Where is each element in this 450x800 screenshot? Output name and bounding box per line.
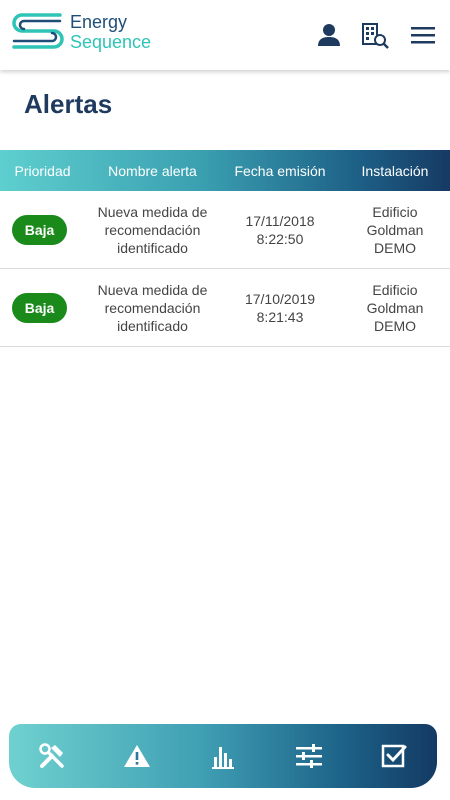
- table-row[interactable]: Baja Nueva medida de recomendación ident…: [0, 191, 450, 269]
- bottom-nav: [9, 724, 437, 788]
- alert-name-cell: Nueva medida de recomendación identifica…: [85, 281, 220, 335]
- installation-line: DEMO: [374, 239, 416, 256]
- priority-cell: Baja: [0, 292, 85, 323]
- tools-icon[interactable]: [30, 734, 74, 778]
- chart-icon[interactable]: [201, 734, 245, 778]
- installation-line: DEMO: [374, 317, 416, 334]
- app-header: Energy Sequence: [0, 0, 450, 70]
- col-header-priority[interactable]: Prioridad: [0, 163, 85, 179]
- col-header-date[interactable]: Fecha emisión: [220, 163, 340, 179]
- installation-cell: Edificio Goldman DEMO: [340, 281, 450, 335]
- logo-mark-icon: [12, 13, 64, 49]
- installation-line: Goldman: [366, 299, 424, 316]
- installation-line: Goldman: [366, 221, 424, 238]
- table-header: Prioridad Nombre alerta Fecha emisión In…: [0, 150, 450, 191]
- page-title: Alertas: [24, 89, 113, 119]
- alert-name-cell: Nueva medida de recomendación identifica…: [85, 203, 220, 257]
- alert-icon[interactable]: [115, 734, 159, 778]
- building-search-icon[interactable]: [360, 20, 390, 50]
- alert-name-line: Nueva medida de: [97, 281, 208, 298]
- priority-badge: Baja: [12, 214, 67, 245]
- priority-cell: Baja: [0, 214, 85, 245]
- installation-line: Edificio: [372, 203, 418, 220]
- settings-sliders-icon[interactable]: [287, 734, 331, 778]
- brand-line1: Energy: [70, 12, 128, 32]
- alert-name-line: recomendación: [104, 221, 201, 238]
- alert-time: 8:21:43: [256, 308, 304, 325]
- alert-date: 17/11/2018: [245, 212, 315, 229]
- alert-name-line: identificado: [117, 317, 188, 334]
- date-cell: 17/10/2019 8:21:43: [220, 290, 340, 326]
- alert-name-line: identificado: [117, 239, 188, 256]
- brand-line2: Sequence: [70, 32, 152, 52]
- alert-name-line: recomendación: [104, 299, 201, 316]
- installation-line: Edificio: [372, 281, 418, 298]
- col-header-installation[interactable]: Instalación: [340, 163, 450, 179]
- menu-icon[interactable]: [408, 20, 438, 50]
- alert-date: 17/10/2019: [244, 290, 316, 307]
- brand-name: Energy Sequence: [70, 12, 151, 52]
- priority-badge: Baja: [12, 292, 67, 323]
- checkbox-icon[interactable]: [372, 734, 416, 778]
- user-icon[interactable]: [314, 20, 344, 50]
- brand-logo[interactable]: Energy Sequence: [10, 11, 160, 55]
- date-cell: 17/11/2018 8:22:50: [220, 212, 340, 248]
- installation-cell: Edificio Goldman DEMO: [340, 203, 450, 257]
- alert-name-line: Nueva medida de: [97, 203, 208, 220]
- col-header-name[interactable]: Nombre alerta: [85, 163, 220, 179]
- alerts-table: Prioridad Nombre alerta Fecha emisión In…: [0, 150, 450, 347]
- table-row[interactable]: Baja Nueva medida de recomendación ident…: [0, 269, 450, 347]
- alert-time: 8:22:50: [256, 230, 304, 247]
